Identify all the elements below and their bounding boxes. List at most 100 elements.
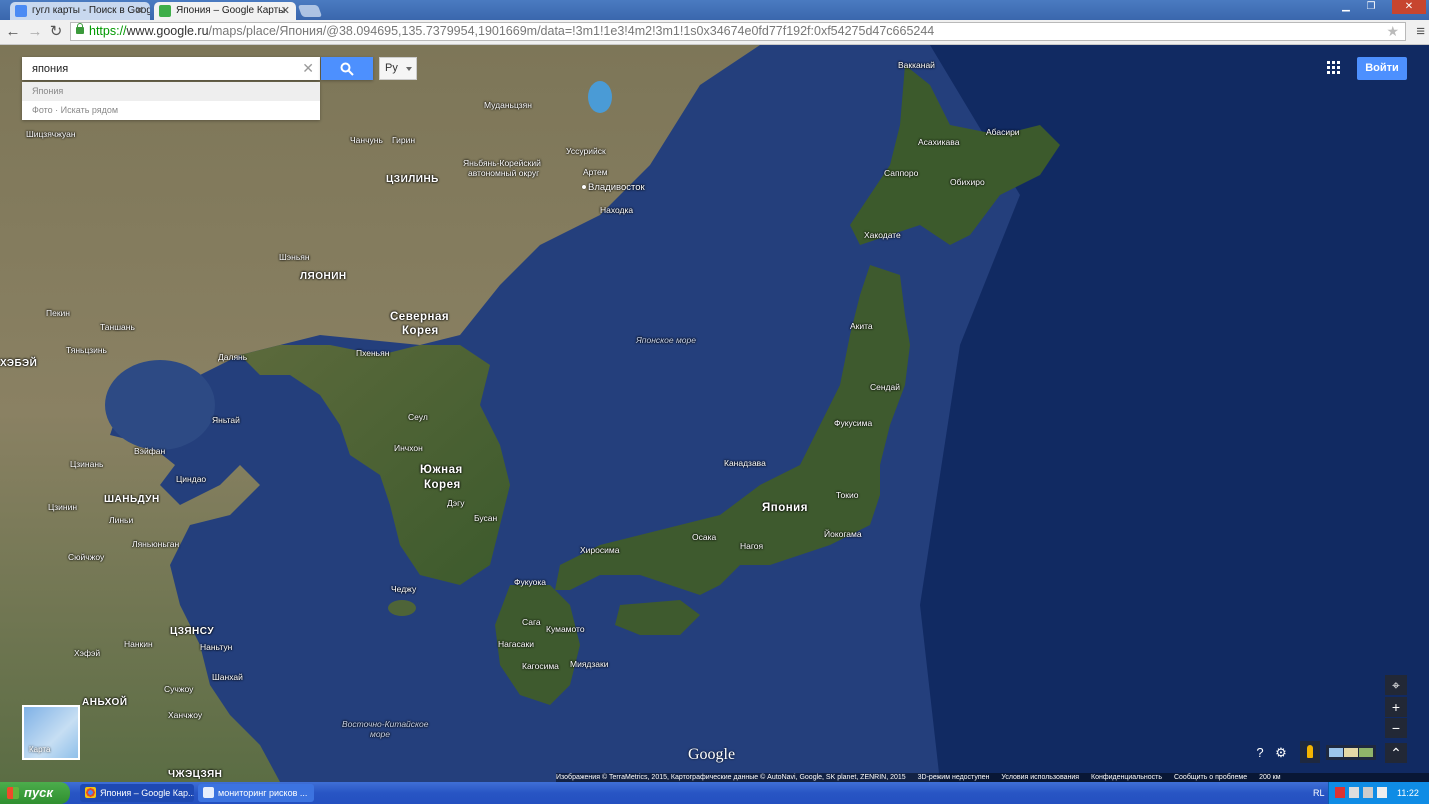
label-nagoya: Нагоя [740,541,764,551]
label-akita: Акита [850,321,873,331]
label-artem: Артем [583,167,608,177]
label-kagoshima: Кагосима [522,661,559,671]
tab-close-icon[interactable]: ✕ [281,2,290,20]
my-location-icon[interactable]: ⌖ [1385,675,1407,695]
google-maps-favicon-icon [159,5,171,17]
map-type-thumbnail[interactable]: Карта [22,705,80,760]
report-problem-link[interactable]: Сообщить о проблеме [1174,774,1247,781]
search-input[interactable] [22,57,292,80]
label-sapporo: Саппоро [884,168,919,178]
reload-icon[interactable]: ↻ [48,24,64,40]
label-shenyang: Шэньян [279,252,310,262]
network-icon[interactable] [1349,787,1359,798]
label-hiroshima: Хиросима [580,545,620,555]
search-icon [340,62,354,76]
privacy-link[interactable]: Конфиденциальность [1091,774,1162,781]
antivirus-icon[interactable] [1335,787,1345,798]
start-button[interactable]: пуск [0,782,70,804]
language-select[interactable]: Ру [379,57,417,80]
label-fukuoka: Фукуока [514,577,547,587]
label-hangzhou: Ханчжоу [168,710,203,720]
url-host: www.google.ru [126,24,209,38]
label-weifang: Вэйфан [134,446,166,456]
label-liaoning: ЛЯОНИН [300,271,347,282]
signin-button[interactable]: Войти [1357,57,1407,80]
tab-google-search[interactable]: гугл карты - Поиск в Google ✕ [10,2,150,20]
label-zhejiang: ЧЖЭЦЗЯН [168,769,223,780]
label-pyongyang: Пхеньян [356,348,390,358]
attribution-text: Изображения © TerraMetrics, 2015, Картог… [556,774,906,781]
volume-icon[interactable] [1363,787,1373,798]
label-asahikawa: Асахикава [918,137,960,147]
bookmark-star-icon[interactable]: ★ [1386,23,1399,40]
imagery-thumbnails[interactable] [1326,745,1376,760]
label-jining: Цзинин [48,502,78,512]
gear-icon[interactable]: ⚙ [1272,743,1290,763]
label-north-korea-2: Корея [402,325,439,337]
label-kanazawa: Канадзава [724,458,766,468]
label-nagasaki: Нагасаки [498,639,534,649]
pegman-icon[interactable] [1300,741,1320,763]
forward-arrow-icon[interactable]: → [27,24,43,40]
label-shanghai: Шанхай [212,672,243,682]
search-button[interactable] [321,57,373,80]
tab-title: Япония – Google Карты [176,5,286,16]
search-box[interactable]: ✕ [22,57,320,80]
clock[interactable]: 11:22 [1397,782,1419,804]
minimize-button[interactable]: ▁ [1335,0,1357,14]
label-shijiazhuang: Шицзячжуан [26,129,76,139]
3d-unavailable-text: 3D-режим недоступен [917,774,990,781]
lock-icon [76,23,84,34]
label-east-china-sea-1: Восточно-Китайское [342,719,429,729]
label-hefei: Хэфэй [74,648,101,658]
label-xuzhou: Сюйчжоу [68,552,105,562]
label-yanbian-2: автономный округ [468,168,540,178]
label-girin: Гирин [392,135,416,145]
taskbar-item-label: Япония – Google Кар... [100,788,194,798]
chrome-menu-icon[interactable]: ≡ [1416,23,1425,40]
label-sendai: Сендай [870,382,900,392]
label-south-korea-2: Корея [424,479,461,491]
address-bar[interactable]: https://www.google.ru/maps/place/Япония/… [70,22,1406,41]
taskbar-item-word[interactable]: мониторинг рисков ... [198,784,314,802]
zoom-in-button[interactable]: + [1385,697,1407,717]
scale-label[interactable]: 200 км [1259,774,1281,781]
label-yantai: Яньтай [212,415,240,425]
google-logo: Google [688,746,736,763]
tab-close-icon[interactable]: ✕ [135,2,144,20]
browser-toolbar: ← → ↻ https://www.google.ru/maps/place/Я… [0,20,1429,45]
new-tab-button[interactable] [297,5,323,17]
url-scheme: https:// [89,24,127,38]
label-linyi: Линьи [109,515,134,525]
label-daegu: Дэгу [447,498,465,508]
label-hakodate: Хакодате [864,230,901,240]
map-canvas[interactable]: ЦЗИЛИНЬ ЛЯОНИН ШАНЬДУН ЦЗЯНСУ АНЬХОЙ ЧЖЭ… [0,45,1429,782]
label-fukushima: Фукусима [834,418,873,428]
label-beijing: Пекин [46,308,70,318]
clear-search-icon[interactable]: ✕ [302,60,314,77]
expand-up-icon[interactable]: ⌃ [1385,743,1407,763]
label-nakhodka: Находка [600,205,634,215]
close-window-button[interactable]: ✕ [1392,0,1426,14]
url-path: /maps/place/Япония/@38.094695,135.737995… [208,24,935,38]
chrome-icon [85,787,96,798]
tab-google-maps[interactable]: Япония – Google Карты ✕ [154,2,296,20]
label-obihiro: Обихиро [950,177,985,187]
help-icon[interactable]: ? [1252,743,1268,763]
suggestion-item[interactable]: Япония [22,82,320,101]
back-arrow-icon[interactable]: ← [5,24,21,40]
language-indicator[interactable]: RL [1313,782,1325,804]
zoom-out-button[interactable]: − [1385,718,1407,738]
label-nanjing: Нанкин [124,639,153,649]
taskbar-item-chrome[interactable]: Япония – Google Кар... [80,784,194,802]
restore-button[interactable]: ❐ [1360,0,1382,14]
apps-grid-icon[interactable] [1327,61,1343,77]
label-jilin: ЦЗИЛИНЬ [386,174,439,185]
terms-link[interactable]: Условия использования [1001,774,1079,781]
label-tokyo: Токио [836,490,859,500]
label-seoul: Сеул [408,412,428,422]
notification-icon[interactable] [1377,787,1387,798]
label-osaka: Осака [692,532,717,542]
google-search-favicon-icon [15,5,27,17]
suggestion-item[interactable]: Фото · Искать рядом [22,101,320,120]
